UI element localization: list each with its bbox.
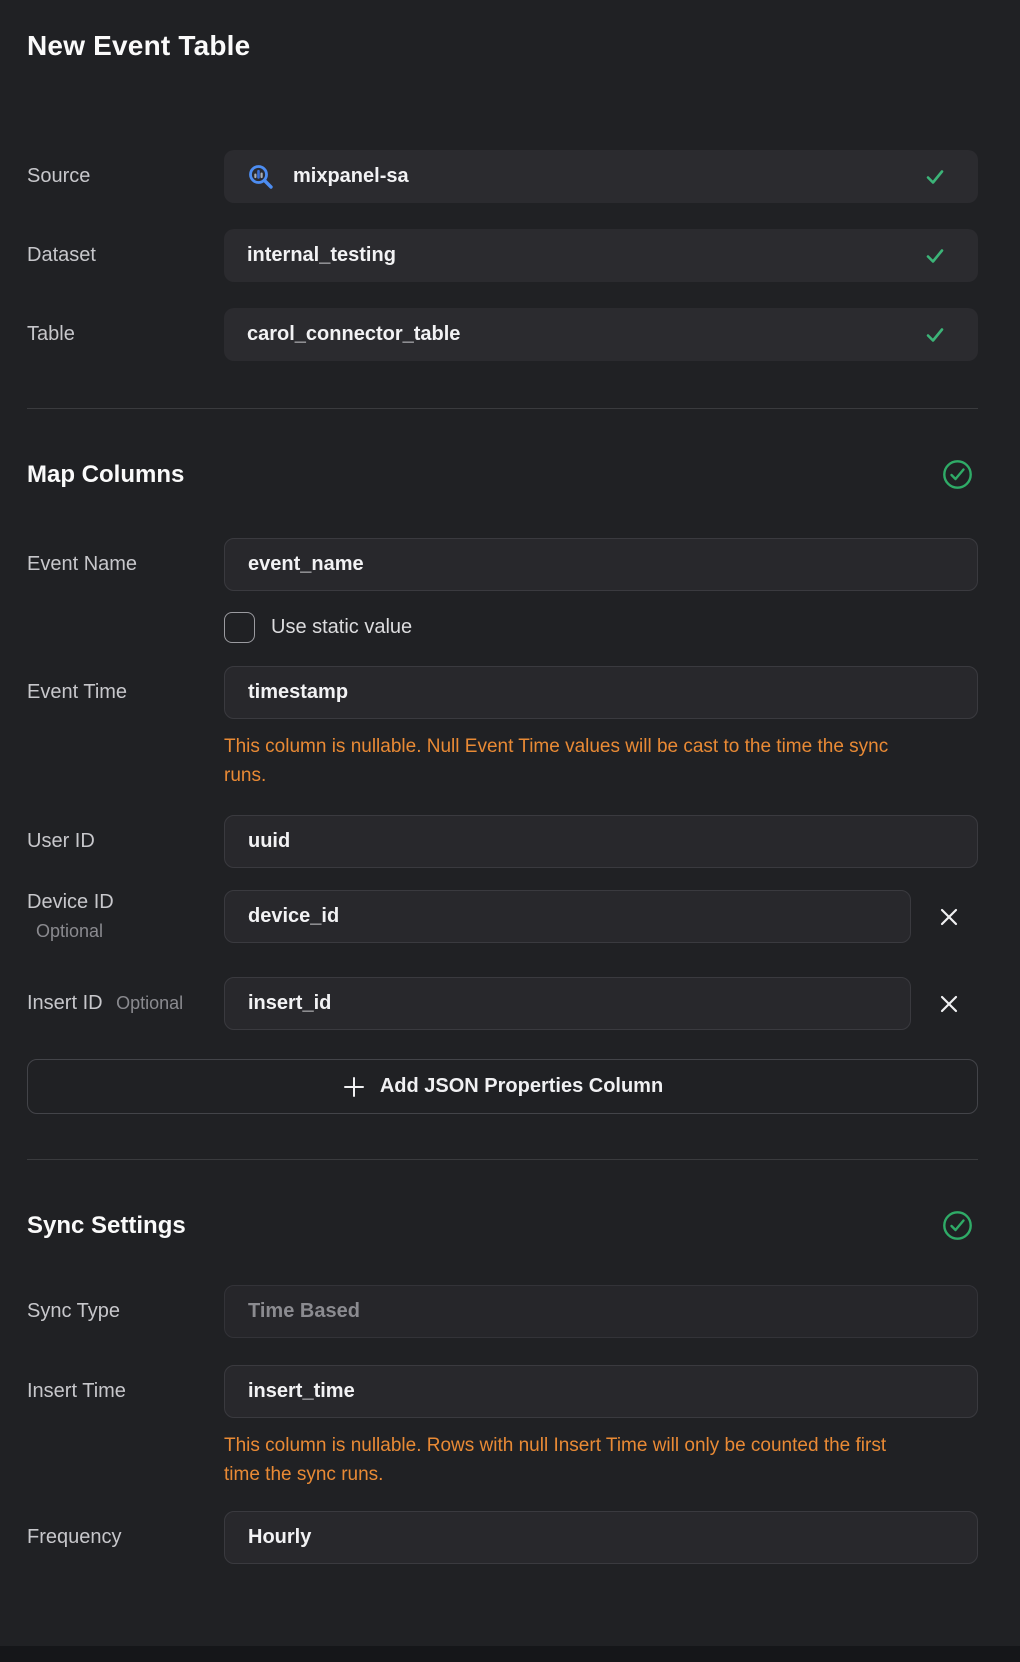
user-id-row: User ID uuid xyxy=(27,815,978,868)
dataset-label: Dataset xyxy=(27,244,224,267)
source-field[interactable]: mixpanel-sa xyxy=(224,150,978,203)
user-id-label: User ID xyxy=(27,830,224,853)
frequency-row: Frequency Hourly xyxy=(27,1511,978,1564)
insert-id-label-group: Insert ID Optional xyxy=(27,992,224,1015)
insert-id-field-group: insert_id xyxy=(224,977,978,1030)
insert-time-row: Insert Time insert_time xyxy=(27,1365,978,1418)
insert-time-label: Insert Time xyxy=(27,1380,224,1403)
event-name-row: Event Name event_name xyxy=(27,538,978,591)
event-time-label: Event Time xyxy=(27,681,224,704)
add-json-properties-column-label: Add JSON Properties Column xyxy=(380,1075,663,1098)
map-columns-complete-icon xyxy=(942,459,973,490)
source-valid-check-icon xyxy=(924,166,946,188)
insert-time-field[interactable]: insert_time xyxy=(224,1365,978,1418)
device-id-field[interactable]: device_id xyxy=(224,890,911,943)
insert-time-value: insert_time xyxy=(248,1380,355,1403)
sync-settings-header: Sync Settings xyxy=(27,1210,978,1241)
sync-type-label: Sync Type xyxy=(27,1300,224,1323)
insert-id-remove-button[interactable] xyxy=(936,991,962,1017)
event-name-value: event_name xyxy=(248,553,364,576)
event-name-field[interactable]: event_name xyxy=(224,538,978,591)
device-id-label-group: Device ID Optional xyxy=(27,891,224,942)
map-columns-header: Map Columns xyxy=(27,459,978,490)
insert-id-value: insert_id xyxy=(248,992,331,1015)
close-icon xyxy=(938,993,960,1015)
dataset-row: Dataset internal_testing xyxy=(27,229,978,282)
close-icon xyxy=(938,906,960,928)
sync-type-value: Time Based xyxy=(248,1300,360,1323)
table-valid-check-icon xyxy=(924,324,946,346)
device-id-field-group: device_id xyxy=(224,890,978,943)
insert-id-field[interactable]: insert_id xyxy=(224,977,911,1030)
device-id-label: Device ID xyxy=(27,891,224,914)
frequency-field[interactable]: Hourly xyxy=(224,1511,978,1564)
event-time-value: timestamp xyxy=(248,681,348,704)
table-value: carol_connector_table xyxy=(247,323,460,346)
frequency-label: Frequency xyxy=(27,1526,224,1549)
source-label: Source xyxy=(27,165,224,188)
section-divider xyxy=(27,1159,978,1160)
use-static-value-row: Use static value xyxy=(224,612,978,643)
dataset-valid-check-icon xyxy=(924,245,946,267)
sync-settings-complete-icon xyxy=(942,1210,973,1241)
dataset-field[interactable]: internal_testing xyxy=(224,229,978,282)
sync-type-row: Sync Type Time Based xyxy=(27,1285,978,1338)
new-event-table-form: New Event Table Source mixpanel-sa Datas… xyxy=(0,30,1020,1564)
dataset-value: internal_testing xyxy=(247,244,396,267)
device-id-row: Device ID Optional device_id xyxy=(27,890,978,943)
event-time-row: Event Time timestamp xyxy=(27,666,978,719)
use-static-value-label: Use static value xyxy=(271,616,412,639)
source-row: Source mixpanel-sa xyxy=(27,150,978,203)
sync-settings-heading: Sync Settings xyxy=(27,1212,186,1240)
section-divider xyxy=(27,408,978,409)
add-json-properties-column-button[interactable]: Add JSON Properties Column xyxy=(27,1059,978,1114)
device-id-optional-label: Optional xyxy=(36,921,224,942)
insert-id-row: Insert ID Optional insert_id xyxy=(27,977,978,1030)
metrics-search-icon xyxy=(247,163,275,191)
insert-id-optional-label: Optional xyxy=(116,993,183,1013)
panel-bottom-edge xyxy=(0,1646,1020,1662)
event-time-field[interactable]: timestamp xyxy=(224,666,978,719)
source-value: mixpanel-sa xyxy=(293,165,409,188)
sync-type-field: Time Based xyxy=(224,1285,978,1338)
user-id-value: uuid xyxy=(248,830,290,853)
page-title: New Event Table xyxy=(27,30,978,62)
use-static-value-checkbox[interactable] xyxy=(224,612,255,643)
table-label: Table xyxy=(27,323,224,346)
insert-id-label: Insert ID xyxy=(27,992,103,1014)
device-id-value: device_id xyxy=(248,905,339,928)
frequency-value: Hourly xyxy=(248,1526,311,1549)
event-name-label: Event Name xyxy=(27,553,224,576)
table-row: Table carol_connector_table xyxy=(27,308,978,361)
plus-icon xyxy=(342,1075,366,1099)
table-field[interactable]: carol_connector_table xyxy=(224,308,978,361)
map-columns-heading: Map Columns xyxy=(27,461,184,489)
device-id-remove-button[interactable] xyxy=(936,904,962,930)
insert-time-warning: This column is nullable. Rows with null … xyxy=(224,1431,924,1489)
user-id-field[interactable]: uuid xyxy=(224,815,978,868)
event-time-warning: This column is nullable. Null Event Time… xyxy=(224,732,924,790)
